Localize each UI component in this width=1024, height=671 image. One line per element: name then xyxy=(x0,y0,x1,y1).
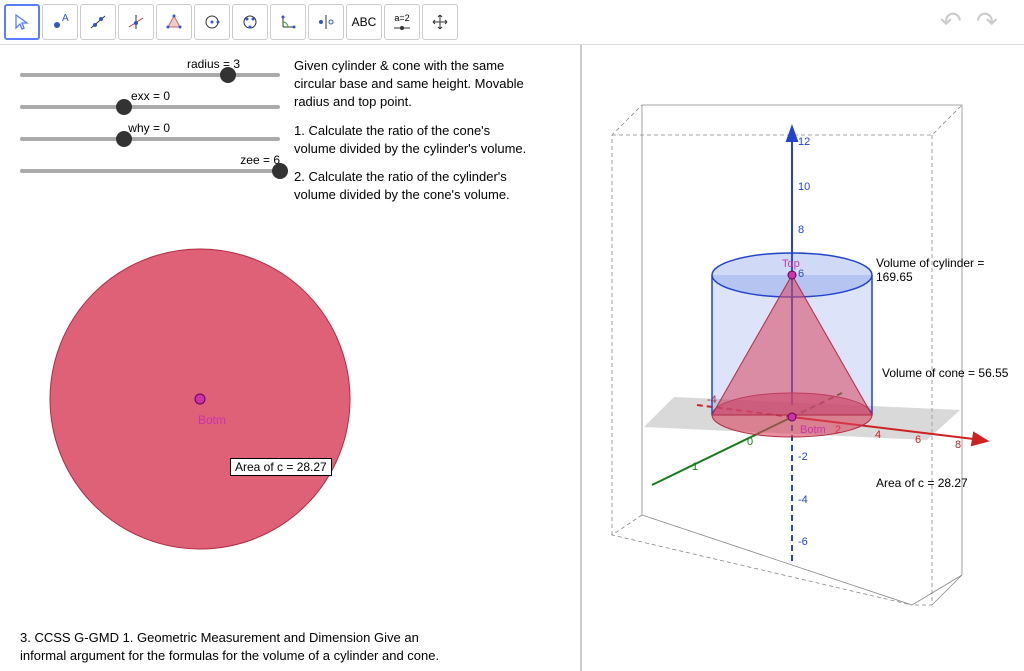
bottom-note: 3. CCSS G-GMD 1. Geometric Measurement a… xyxy=(20,629,450,665)
svg-text:-4: -4 xyxy=(798,494,808,506)
svg-text:Botm: Botm xyxy=(800,424,826,436)
svg-text:6: 6 xyxy=(915,434,921,446)
tool-reflect[interactable] xyxy=(308,4,344,40)
circle-2d-view[interactable]: Botm Area of c = 28.27 xyxy=(20,244,560,567)
intro-text: Given cylinder & cone with the same circ… xyxy=(294,57,534,112)
slider-radius[interactable]: radius = 3 xyxy=(20,57,280,77)
redo-button[interactable]: ↷ xyxy=(976,6,1008,38)
svg-text:A: A xyxy=(62,13,69,24)
sliders-group: radius = 3 exx = 0 why = 0 zee = 6 xyxy=(20,57,280,214)
svg-text:12: 12 xyxy=(798,136,810,148)
svg-text:-6: -6 xyxy=(798,536,808,548)
tool-polygon[interactable] xyxy=(156,4,192,40)
svg-text:0: 0 xyxy=(747,436,753,448)
svg-text:1: 1 xyxy=(692,461,698,473)
tool-line[interactable] xyxy=(80,4,116,40)
svg-text:8: 8 xyxy=(798,224,804,236)
svg-text:Top: Top xyxy=(782,258,800,270)
vol-cone-label[interactable]: Volume of cone = 56.55 xyxy=(878,365,1012,381)
area-label-2d[interactable]: Area of c = 28.27 xyxy=(230,458,332,476)
tool-circle[interactable] xyxy=(194,4,230,40)
tool-ellipse[interactable] xyxy=(232,4,268,40)
slider-why-label: why = 0 xyxy=(20,121,280,135)
tool-move[interactable] xyxy=(422,4,458,40)
svg-text:4: 4 xyxy=(875,429,881,441)
vol-cylinder-label[interactable]: Volume of cylinder = 169.65 xyxy=(872,255,1024,285)
tool-slider[interactable]: a=2 xyxy=(384,4,420,40)
tool-perpendicular[interactable] xyxy=(118,4,154,40)
slider-radius-label: radius = 3 xyxy=(20,57,280,71)
svg-text:10: 10 xyxy=(798,181,810,193)
area-c-3d-label[interactable]: Area of c = 28.27 xyxy=(872,475,972,491)
tool-point[interactable]: A xyxy=(42,4,78,40)
slider-exx-label: exx = 0 xyxy=(20,89,280,103)
toolbar: A ABC a=2 ↶ ↷ xyxy=(0,0,1024,45)
left-panel: radius = 3 exx = 0 why = 0 zee = 6 Given xyxy=(0,45,582,671)
slider-why[interactable]: why = 0 xyxy=(20,121,280,141)
tool-text[interactable]: ABC xyxy=(346,4,382,40)
question-2: 2. Calculate the ratio of the cylinder's… xyxy=(294,168,534,204)
question-1: 1. Calculate the ratio of the cone's vol… xyxy=(294,122,534,158)
undo-button[interactable]: ↶ xyxy=(940,6,972,38)
botm-point-label: Botm xyxy=(198,413,226,427)
tool-angle[interactable] xyxy=(270,4,306,40)
svg-text:8: 8 xyxy=(955,439,961,451)
slider-exx[interactable]: exx = 0 xyxy=(20,89,280,109)
undo-redo-group: ↶ ↷ xyxy=(940,6,1020,38)
3d-view[interactable]: 12 10 8 6 -2 -4 -6 -4 2 4 6 8 0 1 xyxy=(582,45,1024,671)
svg-text:-2: -2 xyxy=(798,451,808,463)
instructions: Given cylinder & cone with the same circ… xyxy=(294,57,534,214)
slider-zee[interactable]: zee = 6 xyxy=(20,153,280,173)
slider-zee-label: zee = 6 xyxy=(20,153,280,167)
tool-pointer[interactable] xyxy=(4,4,40,40)
